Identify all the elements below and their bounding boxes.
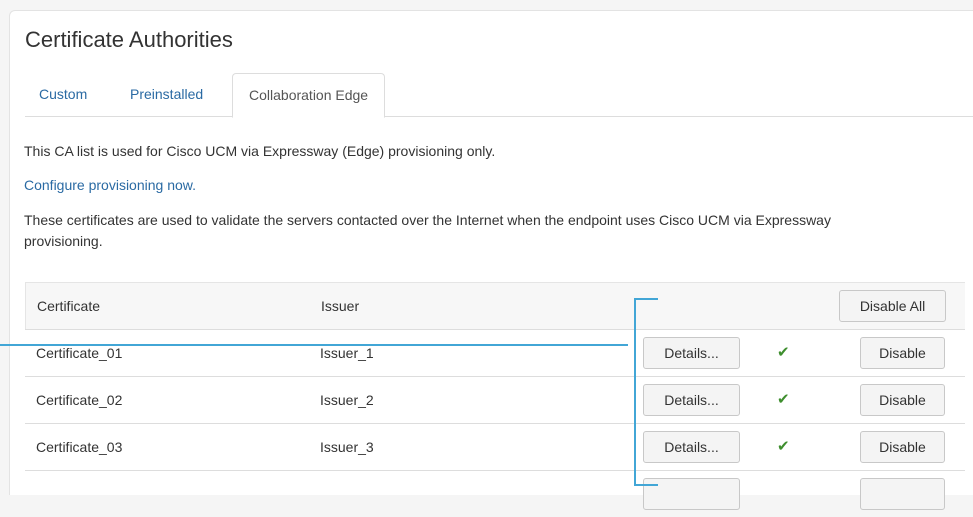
table-header-row: Certificate Issuer Disable All [25, 282, 965, 329]
certificate-name: Certificate_02 [36, 392, 123, 408]
disable-button[interactable]: Disable [860, 431, 945, 463]
callout-bracket-bottom [634, 484, 658, 486]
certificate-name: Certificate_01 [36, 345, 123, 361]
disable-button[interactable]: Disable [860, 337, 945, 369]
callout-bracket [634, 298, 636, 486]
column-header-issuer: Issuer [321, 298, 360, 314]
issuer-name: Issuer_1 [320, 345, 374, 361]
certificate-name: Certificate_03 [36, 439, 123, 455]
disable-button[interactable] [860, 478, 945, 510]
checkmark-icon: ✔ [777, 344, 790, 361]
disable-all-button[interactable]: Disable All [839, 290, 946, 322]
table-row: Certificate_02 Issuer_2 Details... ✔ Dis… [25, 376, 965, 423]
checkmark-icon: ✔ [777, 438, 790, 455]
disable-button[interactable]: Disable [860, 384, 945, 416]
tab-preinstalled[interactable]: Preinstalled [130, 73, 203, 116]
description-text: These certificates are used to validate … [24, 212, 831, 249]
checkmark-icon: ✔ [777, 391, 790, 408]
page-title: Certificate Authorities [25, 27, 233, 52]
table-row: Certificate_03 Issuer_3 Details... ✔ Dis… [25, 423, 965, 470]
details-button[interactable]: Details... [643, 431, 740, 463]
table-row: Certificate_01 Issuer_1 Details... ✔ Dis… [25, 329, 965, 376]
details-button[interactable]: Details... [643, 337, 740, 369]
details-button[interactable] [643, 478, 740, 510]
configure-provisioning-link[interactable]: Configure provisioning now. [24, 177, 196, 193]
issuer-name: Issuer_2 [320, 392, 374, 408]
tab-custom[interactable]: Custom [39, 73, 87, 116]
callout-bracket-top [634, 298, 658, 300]
callout-pointer-line [0, 344, 628, 346]
column-header-certificate: Certificate [37, 298, 101, 314]
intro-text: This CA list is used for Cisco UCM via E… [24, 143, 496, 159]
details-button[interactable]: Details... [643, 384, 740, 416]
certificate-table: Certificate Issuer Disable All Certifica… [25, 282, 965, 517]
tab-bar: Custom Preinstalled Collaboration Edge [25, 73, 973, 118]
tab-collaboration-edge[interactable]: Collaboration Edge [232, 73, 386, 118]
issuer-name: Issuer_3 [320, 439, 374, 455]
